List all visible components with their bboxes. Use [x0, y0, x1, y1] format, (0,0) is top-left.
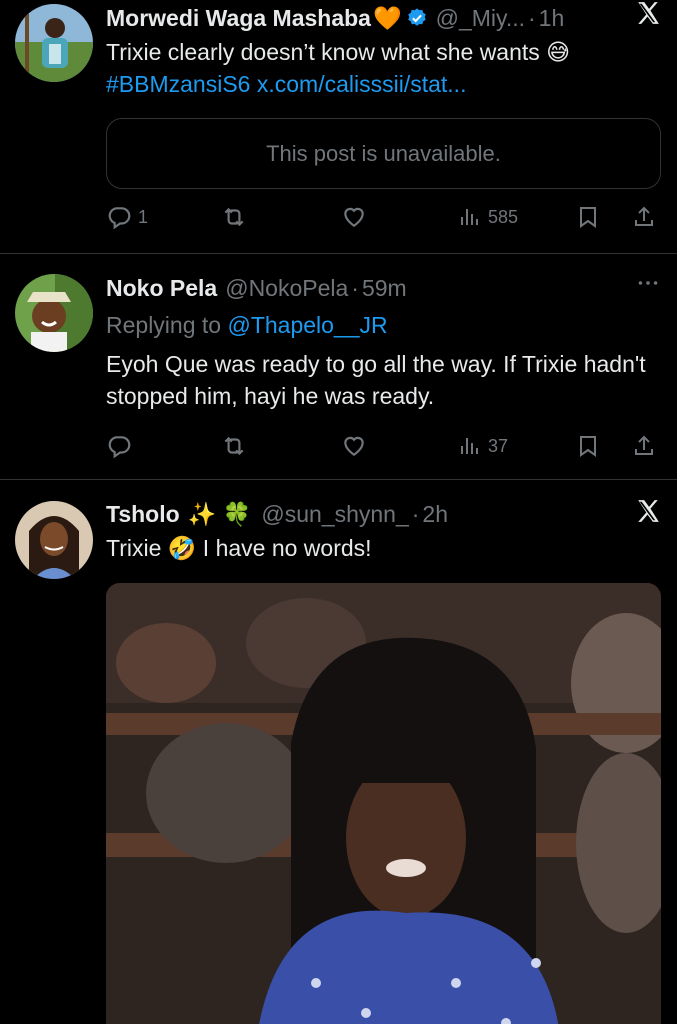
views-count: 37 [488, 435, 509, 456]
reply-button[interactable] [106, 433, 132, 459]
post-media-gif[interactable] [106, 583, 661, 1024]
share-icon [635, 206, 653, 226]
separator-dot: · [411, 500, 420, 527]
orange-heart-emoji: 🧡 [372, 4, 402, 31]
share-button[interactable] [632, 204, 656, 230]
share-icon [635, 435, 653, 455]
views-count: 585 [488, 206, 519, 227]
like-icon [344, 207, 364, 227]
bookmark-icon [580, 207, 596, 228]
post-body: Trixie clearly doesn’t know what she wan… [106, 39, 571, 65]
like-button[interactable] [340, 433, 368, 459]
timestamp[interactable]: 1h [539, 5, 565, 32]
avatar[interactable] [15, 274, 93, 352]
share-button[interactable] [632, 433, 656, 459]
display-name[interactable]: Tsholo [106, 501, 180, 528]
post-header: Morwedi Waga Mashaba 🧡 @_Miy... · 1h [106, 2, 661, 34]
like-icon [344, 436, 364, 456]
separator-dot: · [351, 274, 359, 301]
display-name[interactable]: Noko Pela [106, 275, 217, 302]
post-body: Trixie 🤣 I have no words! [106, 535, 372, 561]
post-text: Trixie clearly doesn’t know what she wan… [106, 36, 661, 100]
gif-frame [106, 583, 661, 1024]
post-header: Noko Pela @NokoPela · 59m [106, 272, 661, 304]
quoted-post-unavailable: This post is unavailable. [106, 118, 661, 189]
url-link[interactable]: x.com/calisssii/stat... [257, 71, 467, 97]
avatar[interactable] [15, 501, 93, 579]
verified-badge-icon [406, 7, 428, 29]
views-icon [461, 438, 478, 454]
reply-button[interactable]: 1 [106, 204, 148, 230]
retweet-button[interactable] [220, 433, 248, 459]
reply-icon [108, 207, 131, 230]
post-header: Tsholo ✨ 🍀 @sun_shynn_ · 2h [106, 498, 661, 530]
bookmark-button[interactable] [576, 433, 600, 459]
x-logo-icon[interactable] [635, 498, 661, 532]
post-noko[interactable]: Noko Pela @NokoPela · 59m Replying to @T… [0, 254, 677, 480]
timestamp[interactable]: 59m [362, 275, 407, 302]
views-button[interactable]: 37 [458, 434, 508, 458]
post-morwedi[interactable]: Morwedi Waga Mashaba 🧡 @_Miy... · 1h Tri… [0, 0, 677, 254]
bookmark-icon [580, 436, 596, 457]
bookmark-button[interactable] [576, 204, 600, 230]
retweet-icon [224, 207, 244, 227]
reply-context: Replying to @Thapelo__JR [106, 309, 661, 341]
post-actions: 37 [106, 428, 661, 464]
avatar[interactable] [15, 4, 93, 82]
views-icon [461, 209, 478, 225]
post-body: Eyoh Que was ready to go all the way. If… [106, 351, 646, 409]
reply-count: 1 [138, 206, 149, 227]
handle[interactable]: @_Miy... [436, 5, 525, 32]
timestamp[interactable]: 2h [422, 501, 448, 528]
more-icon[interactable] [635, 270, 661, 303]
like-button[interactable] [340, 204, 368, 230]
unavailable-text: This post is unavailable. [266, 140, 501, 166]
handle[interactable]: @NokoPela [225, 275, 348, 302]
separator-dot: · [528, 4, 536, 31]
reply-icon [108, 436, 131, 459]
replying-to-label: Replying to [106, 312, 222, 338]
views-button[interactable]: 585 [458, 205, 518, 229]
retweet-icon [224, 436, 244, 456]
handle[interactable]: @sun_shynn_ [261, 501, 408, 528]
hashtag-link[interactable]: #BBMzansiS6 [106, 71, 250, 97]
retweet-button[interactable] [220, 204, 248, 230]
replying-to-handle[interactable]: @Thapelo__JR [227, 312, 387, 338]
x-logo-icon[interactable] [635, 0, 661, 34]
display-name[interactable]: Morwedi Waga Mashaba [106, 5, 371, 32]
name-emojis: ✨ 🍀 [187, 500, 252, 527]
post-actions: 1 585 [106, 199, 661, 235]
post-tsholo[interactable]: Tsholo ✨ 🍀 @sun_shynn_ · 2h Trixie 🤣 I h… [0, 480, 677, 1024]
